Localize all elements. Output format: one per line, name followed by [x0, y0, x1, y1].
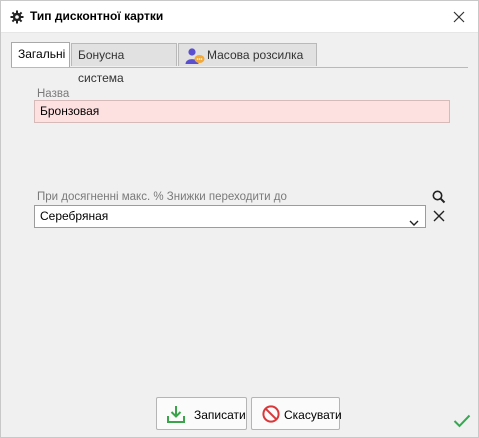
chevron-down-icon [409, 213, 419, 234]
checkmark-icon [453, 414, 471, 431]
save-button[interactable]: Записати [156, 397, 247, 430]
name-field[interactable]: Бронзовая [34, 100, 450, 123]
title-bar: Тип дисконтної картки [1, 1, 478, 33]
close-icon [453, 11, 465, 23]
cancel-button[interactable]: Скасувати [251, 397, 342, 430]
tab-bonus-system[interactable]: Бонусна система [71, 43, 177, 85]
tab-mass-mailing[interactable]: Масова розсилка [178, 43, 317, 66]
dialog-title: Тип дисконтної картки [30, 9, 164, 23]
tab-label: Масова розсилка [207, 48, 304, 62]
gear-icon [10, 10, 24, 24]
goto-label: При досягненні макс. % Знижки переходити… [37, 191, 287, 203]
clear-icon[interactable] [432, 209, 446, 223]
tab-general[interactable]: Загальні [11, 42, 70, 67]
name-label: Назва [37, 88, 70, 100]
close-button[interactable] [448, 7, 470, 27]
cancel-button-label: Скасувати [284, 408, 342, 422]
search-icon[interactable] [431, 189, 447, 205]
save-button-label: Записати [194, 408, 246, 422]
tab-label: Загальні [18, 47, 66, 61]
cancel-icon [261, 404, 281, 427]
dialog-window: Тип дисконтної картки Загальні Бонусна с… [0, 0, 479, 438]
select-value: Серебряная [40, 209, 109, 223]
goto-card-type-select[interactable]: Серебряная [34, 205, 426, 228]
download-save-icon [166, 404, 186, 427]
